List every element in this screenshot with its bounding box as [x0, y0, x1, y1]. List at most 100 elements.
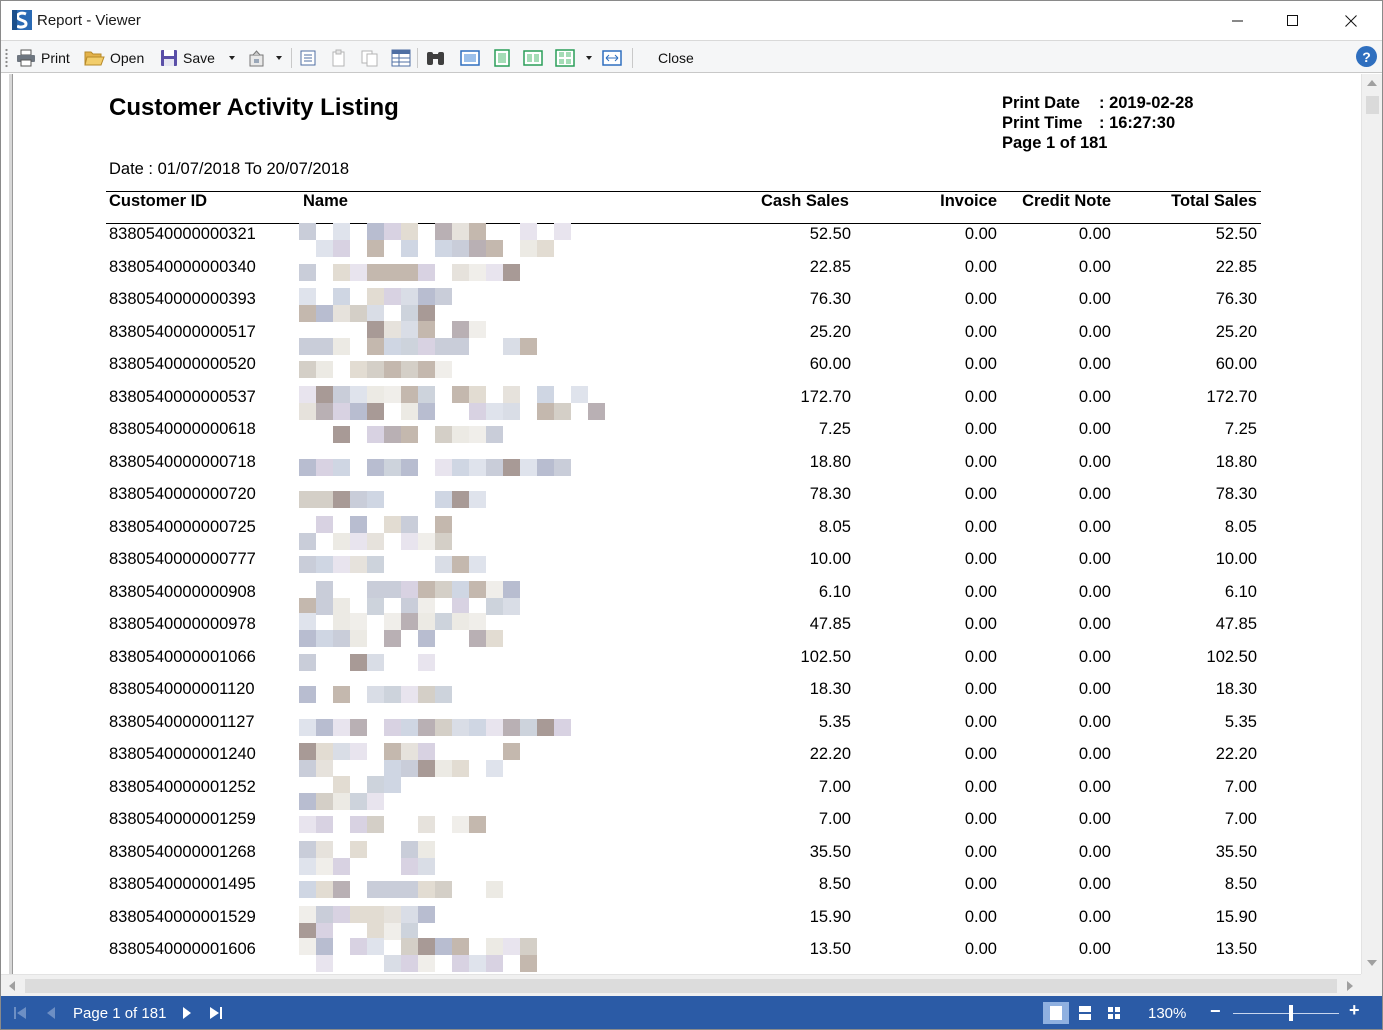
page-width-button[interactable]: [492, 46, 512, 69]
redaction-pixel: [367, 223, 384, 240]
table-icon: [391, 49, 411, 66]
close-window-button[interactable]: [1328, 1, 1374, 40]
print-button[interactable]: Print: [16, 46, 70, 69]
redaction-pixel: [384, 841, 401, 858]
maximize-button[interactable]: [1270, 1, 1316, 40]
save-dropdown-arrow[interactable]: [229, 56, 235, 60]
customer-id-cell: 8380540000000720: [109, 485, 256, 503]
cash-sales-cell: 35.50: [809, 842, 851, 861]
two-pages-button[interactable]: [523, 46, 543, 69]
zoom-in-button[interactable]: +: [1349, 1000, 1360, 1021]
scroll-up-arrow[interactable]: [1367, 80, 1377, 86]
redaction-pixel: [367, 426, 384, 443]
redaction-pixel: [452, 760, 469, 777]
redaction-pixel: [503, 402, 520, 420]
redaction-pixel: [350, 321, 367, 338]
multi-page-view-button[interactable]: [1101, 1002, 1127, 1024]
redaction-pixel: [333, 743, 350, 760]
customer-id-cell: 8380540000000777: [109, 550, 256, 568]
export-button[interactable]: [248, 46, 268, 69]
total-sales-cell: 22.20: [1215, 745, 1257, 763]
close-report-button[interactable]: Close: [658, 46, 694, 69]
redaction-pixel: [486, 938, 503, 955]
redacted-name-cell: [299, 743, 527, 777]
redaction-pixel: [384, 922, 401, 940]
first-page-icon[interactable]: [13, 1006, 27, 1020]
two-pages-icon: [523, 49, 543, 66]
redaction-pixel: [418, 305, 435, 322]
redaction-pixel: [452, 743, 469, 760]
parameters-button[interactable]: [299, 46, 317, 69]
redaction-pixel: [537, 402, 554, 420]
zoom-slider-track[interactable]: [1233, 1013, 1339, 1014]
redaction-pixel: [503, 938, 520, 955]
horizontal-scroll-thumb[interactable]: [25, 979, 1337, 993]
print-date-row: Print Date : 2019-02-28: [1002, 93, 1193, 113]
table-view-button[interactable]: [391, 46, 411, 69]
redaction-pixel: [469, 556, 486, 573]
last-page-icon[interactable]: [209, 1006, 223, 1020]
page-view-button[interactable]: [460, 46, 480, 69]
horizontal-scrollbar[interactable]: [1, 974, 1361, 996]
previous-page-icon[interactable]: [45, 1006, 57, 1020]
redaction-pixel: [452, 385, 469, 403]
redaction-pixel: [299, 458, 316, 476]
scroll-down-arrow[interactable]: [1367, 960, 1377, 966]
vertical-scroll-thumb[interactable]: [1366, 96, 1379, 114]
multi-page-button[interactable]: [555, 46, 575, 69]
redaction-pixel: [350, 515, 367, 533]
open-label: Open: [110, 49, 145, 66]
redaction-pixel: [299, 760, 316, 777]
customer-id-cell: 8380540000000718: [109, 452, 256, 471]
zoom-out-button[interactable]: −: [1210, 1001, 1221, 1022]
redaction-pixel: [350, 881, 367, 898]
toolbar: Print Open Save Close: [1, 40, 1382, 73]
help-icon[interactable]: ?: [1356, 46, 1377, 67]
redaction-pixel: [333, 532, 350, 550]
redaction-pixel: [367, 516, 384, 533]
redaction-pixel: [486, 338, 503, 355]
redaction-pixel: [571, 403, 588, 420]
redaction-pixel: [316, 743, 333, 760]
table-row: 8380540000000537 172.70 0.00 0.00 172.70: [1, 385, 1361, 420]
redaction-pixel: [452, 613, 469, 630]
cash-sales-cell: 15.90: [809, 907, 851, 926]
view-dropdown-arrow[interactable]: [586, 56, 592, 60]
save-button[interactable]: Save: [160, 46, 215, 69]
redaction-pixel: [299, 686, 316, 703]
redaction-pixel: [554, 402, 571, 420]
paste-button[interactable]: [361, 46, 379, 69]
zoom-slider-thumb[interactable]: [1289, 1005, 1293, 1021]
toolbar-separator: [291, 48, 292, 68]
full-screen-button[interactable]: [602, 46, 622, 69]
redaction-pixel: [299, 491, 316, 508]
redaction-pixel: [384, 240, 401, 257]
export-dropdown-arrow[interactable]: [276, 56, 282, 60]
invoice-cell: 0.00: [964, 745, 997, 763]
redaction-pixel: [350, 402, 367, 420]
redaction-pixel: [503, 321, 520, 338]
find-button[interactable]: [425, 46, 446, 69]
printer-icon: [17, 49, 35, 66]
total-sales-cell: 13.50: [1215, 940, 1257, 958]
redaction-pixel: [435, 305, 452, 322]
open-button[interactable]: Open: [84, 46, 144, 69]
redaction-pixel: [384, 938, 401, 955]
scroll-right-arrow[interactable]: [1347, 981, 1353, 991]
toolbar-grip[interactable]: [5, 48, 8, 68]
redacted-name-cell: [299, 385, 614, 420]
table-row: 8380540000001066 102.50 0.00 0.00 102.50: [1, 646, 1361, 679]
redaction-pixel: [350, 459, 367, 476]
total-sales-cell: 78.30: [1215, 485, 1257, 503]
redaction-pixel: [299, 816, 316, 833]
vertical-scrollbar[interactable]: [1361, 74, 1382, 974]
minimize-button[interactable]: [1215, 1, 1261, 40]
total-sales-cell: 35.50: [1215, 842, 1257, 861]
copy-button[interactable]: [331, 46, 347, 69]
scroll-left-arrow[interactable]: [9, 981, 15, 991]
next-page-icon[interactable]: [181, 1006, 193, 1020]
single-page-view-button[interactable]: [1043, 1002, 1069, 1024]
continuous-view-button[interactable]: [1072, 1002, 1098, 1024]
customer-id-cell: 8380540000000618: [109, 420, 256, 438]
redaction-pixel: [469, 816, 486, 833]
